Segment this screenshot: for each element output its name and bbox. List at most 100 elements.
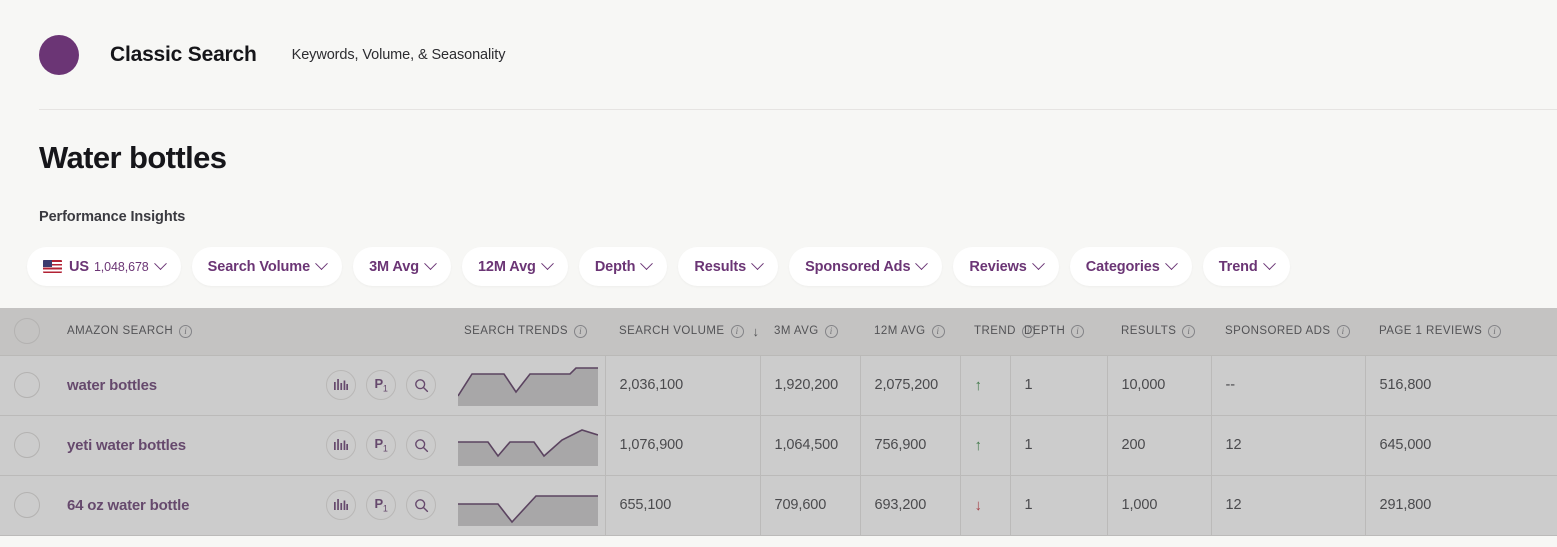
info-icon[interactable]: i [574, 324, 588, 338]
filter-trend[interactable]: Trend [1202, 247, 1290, 286]
search-icon[interactable] [406, 490, 436, 520]
page-one-badge[interactable]: P1 [366, 430, 396, 460]
info-icon[interactable]: i [730, 324, 744, 338]
info-icon[interactable]: i [179, 324, 193, 338]
column-header-label: TREND [974, 325, 1016, 338]
keyword-link[interactable]: 64 oz water bottle [67, 497, 189, 514]
bar-chart-icon[interactable] [326, 430, 356, 460]
avg-12m-cell: 693,200 [860, 475, 961, 536]
info-icon[interactable]: i [1488, 324, 1502, 338]
table-body: water bottles P1 2,036,100 1,920,200 2,075,2… [0, 355, 1557, 536]
avg-12m-cell: 756,900 [860, 415, 961, 476]
sort-descending-icon[interactable]: ↓ [753, 325, 760, 338]
app-subtitle: Keywords, Volume, & Seasonality [291, 47, 506, 63]
row-select-cell[interactable] [0, 355, 53, 416]
results-cell: 200 [1107, 415, 1212, 476]
trend-up-icon: ↑ [974, 376, 983, 394]
chevron-down-icon [153, 257, 167, 271]
chevron-down-icon [424, 257, 437, 271]
filter-country[interactable]: US 1,048,678 [27, 247, 181, 286]
depth-cell: 1 [1010, 475, 1108, 536]
search-icon[interactable] [406, 430, 436, 460]
select-all-checkbox[interactable] [13, 318, 40, 345]
column-header-label: 3M AVG [774, 325, 819, 338]
chevron-down-icon [540, 257, 554, 271]
filter-depth[interactable]: Depth [578, 247, 668, 286]
column-header-amazon-search[interactable]: AMAZON SEARCH i [53, 308, 450, 356]
select-all-header[interactable] [0, 308, 53, 356]
page-heading-area: Water bottles Performance Insights [0, 110, 1557, 225]
row-checkbox[interactable] [13, 432, 40, 458]
table-row[interactable]: yeti water bottles P1 1,076,900 1,064,500 75… [0, 415, 1557, 476]
page1-reviews-cell: 645,000 [1365, 415, 1557, 476]
search-trends-cell [450, 355, 606, 416]
page1-reviews-cell: 516,800 [1365, 355, 1557, 416]
column-header-depth[interactable]: DEPTH i [1010, 308, 1107, 356]
chevron-down-icon [751, 257, 764, 271]
chevron-down-icon [640, 257, 654, 271]
bar-chart-icon[interactable] [326, 370, 356, 400]
info-icon[interactable]: i [1336, 324, 1350, 338]
row-select-cell[interactable] [0, 415, 53, 476]
column-header-label: 12M AVG [874, 325, 926, 338]
search-icon[interactable] [406, 370, 436, 400]
info-icon[interactable]: i [1182, 324, 1196, 338]
sparkline-chart [458, 429, 598, 466]
filter-search-volume[interactable]: Search Volume [191, 247, 343, 286]
filter-12m-avg[interactable]: 12M Avg [461, 247, 568, 286]
column-header-results[interactable]: RESULTS i [1107, 308, 1211, 356]
trend-down-icon: ↓ [974, 496, 983, 514]
keyword-link[interactable]: yeti water bottles [67, 437, 186, 454]
column-header-12m-avg[interactable]: 12M AVG i [860, 308, 960, 356]
sponsored-ads-cell: -- [1211, 355, 1366, 416]
column-header-label: AMAZON SEARCH [67, 325, 174, 338]
search-volume-cell: 655,100 [605, 475, 761, 536]
sparkline-chart [458, 367, 598, 406]
keyword-link[interactable]: water bottles [67, 377, 157, 394]
avg-3m-cell: 1,920,200 [760, 355, 861, 416]
section-label: Performance Insights [39, 209, 186, 225]
column-header-trend[interactable]: TREND i [960, 308, 1035, 356]
row-checkbox[interactable] [13, 372, 40, 398]
column-header-page-1-reviews[interactable]: PAGE 1 REVIEWS i [1365, 308, 1557, 356]
trend-up-icon: ↑ [974, 436, 983, 454]
avg-3m-cell: 709,600 [760, 475, 861, 536]
trend-cell: ↑ [960, 415, 1011, 476]
column-header-search-volume[interactable]: SEARCH VOLUME i ↓ [605, 308, 760, 356]
chevron-down-icon [315, 257, 328, 271]
info-icon[interactable]: i [1071, 324, 1085, 338]
column-header-label: RESULTS [1121, 325, 1177, 338]
table-row[interactable]: water bottles P1 2,036,100 1,920,200 2,075,2… [0, 355, 1557, 416]
row-checkbox[interactable] [13, 492, 40, 518]
filter-sponsored-ads[interactable]: Sponsored Ads [789, 247, 943, 286]
filter-label: Depth [594, 258, 636, 275]
page-one-badge[interactable]: P1 [366, 370, 396, 400]
keyword-cell[interactable]: water bottles P1 [53, 355, 450, 416]
filter-label: Trend [1218, 258, 1258, 275]
app-title: Classic Search [110, 43, 257, 66]
column-header-label: PAGE 1 REVIEWS [1379, 325, 1483, 338]
keyword-cell[interactable]: yeti water bottles P1 [53, 415, 450, 476]
filter-categories[interactable]: Categories [1069, 247, 1192, 286]
column-header-3m-avg[interactable]: 3M AVG i [760, 308, 860, 356]
column-header-search-trends[interactable]: SEARCH TRENDS i [450, 308, 605, 356]
bar-chart-icon[interactable] [326, 490, 356, 520]
table-row[interactable]: 64 oz water bottle P1 655,100 709,600 693,20… [0, 475, 1557, 536]
trend-cell: ↑ [960, 355, 1011, 416]
chevron-down-icon [1164, 257, 1178, 271]
column-header-sponsored-ads[interactable]: SPONSORED ADS i [1211, 308, 1365, 356]
page-one-badge[interactable]: P1 [366, 490, 396, 520]
info-icon[interactable]: i [824, 324, 838, 338]
us-flag-icon [43, 260, 62, 273]
info-icon[interactable]: i [931, 324, 945, 338]
page-title: Water bottles [39, 140, 227, 175]
column-header-label: SPONSORED ADS [1225, 325, 1331, 338]
search-volume-cell: 2,036,100 [605, 355, 761, 416]
keyword-cell[interactable]: 64 oz water bottle P1 [53, 475, 450, 536]
filter-bar: US 1,048,678 Search Volume 3M Avg 12M Avg Dep… [0, 225, 1557, 286]
filter-reviews[interactable]: Reviews [953, 247, 1059, 286]
filter-results[interactable]: Results [678, 247, 779, 286]
results-table-container: AMAZON SEARCH i SEARCH TRENDS i SEARCH VOLUM… [0, 308, 1557, 536]
filter-3m-avg[interactable]: 3M Avg [353, 247, 451, 286]
row-select-cell[interactable] [0, 475, 53, 536]
